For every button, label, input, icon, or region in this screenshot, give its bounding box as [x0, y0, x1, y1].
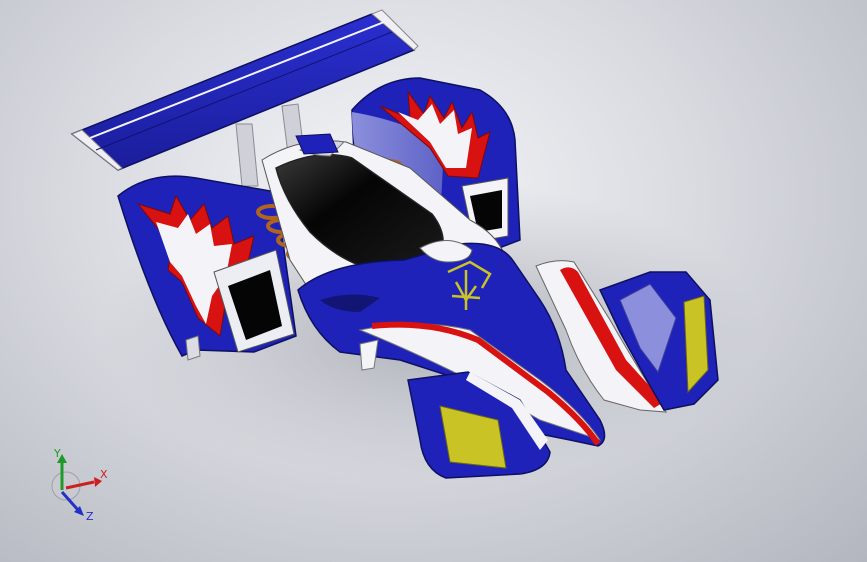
triad-y-label: Y: [53, 448, 61, 460]
race-car-3d-model[interactable]: [0, 0, 867, 562]
triad-z-label: Z: [86, 510, 94, 522]
triad-x-label: X: [100, 468, 108, 481]
graphics-viewport[interactable]: X Y Z: [0, 0, 867, 562]
orientation-triad: X Y Z: [51, 448, 108, 522]
